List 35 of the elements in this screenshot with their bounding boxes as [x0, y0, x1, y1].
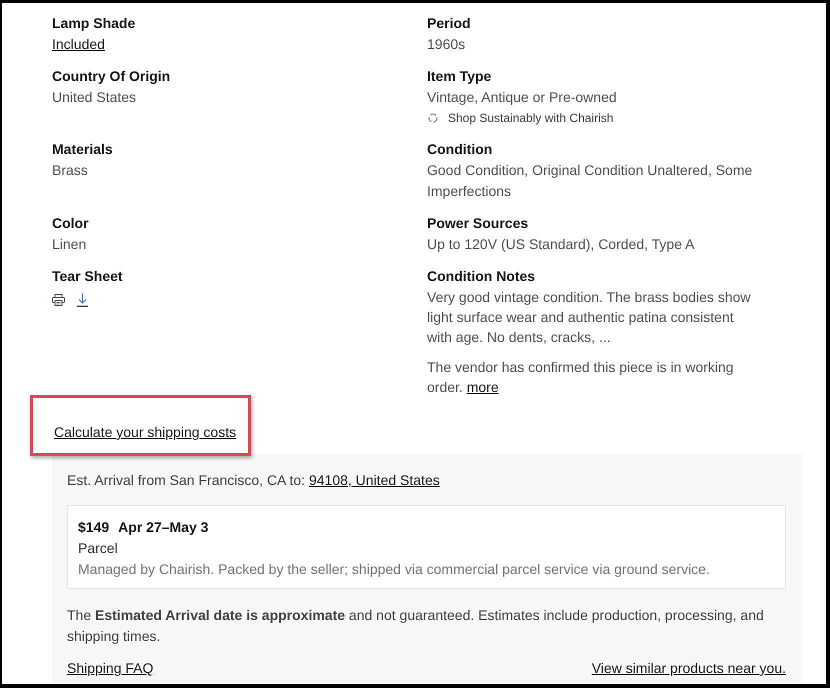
spec-value-link[interactable]: Included — [52, 36, 105, 52]
disclaimer-text: The Estimated Arrival date is approximate and not guaranteed. Estimates include production, processing, and shipping times. — [67, 606, 765, 646]
spec-label: Condition — [427, 140, 494, 159]
arrival-text: Est. Arrival from San Francisco, CA to: 94108, United States — [67, 471, 441, 490]
download-icon[interactable] — [77, 292, 88, 306]
spec-value: United States — [52, 88, 138, 107]
spec-label: Country Of Origin — [52, 67, 172, 86]
more-link[interactable]: more — [466, 379, 499, 395]
sustainability-note: Shop Sustainably with Chairish — [448, 110, 614, 127]
spec-label: Power Sources — [427, 214, 530, 233]
shipping-faq-link[interactable]: Shipping FAQ — [67, 658, 154, 678]
printer-icon[interactable] — [52, 294, 65, 306]
spec-label: Period — [427, 14, 472, 33]
shipping-method: Parcel — [78, 539, 119, 558]
circular-arrows-icon — [428, 113, 438, 123]
spec-value: Linen — [52, 235, 88, 254]
spec-value: Vintage, Antique or Pre-owned — [427, 88, 618, 107]
spec-label: Condition Notes — [427, 267, 536, 286]
spec-label: Lamp Shade — [52, 14, 136, 33]
spec-label: Color — [52, 214, 90, 233]
arrival-dates: Apr 27–May 3 — [118, 518, 208, 537]
spec-label: Materials — [52, 140, 114, 159]
spec-value: Brass — [52, 161, 89, 180]
spec-label: Tear Sheet — [52, 267, 124, 286]
spec-label: Item Type — [427, 67, 492, 86]
condition-note-text: Very good vintage condition. The brass bodies show light surface wear and authentic patina consistent with age. No dents, cracks, ... — [427, 288, 752, 347]
spec-value: 1960s — [427, 35, 466, 54]
destination-link[interactable]: 94108, United States — [308, 472, 440, 488]
condition-note-text: The vendor has confirmed this piece is in working order. more — [427, 358, 735, 397]
shipping-price: $149 — [78, 518, 110, 537]
calculate-shipping-link[interactable]: Calculate your shipping costs — [54, 424, 236, 440]
spec-value: Good Condition, Original Condition Unaltered, Some Imperfections — [427, 161, 754, 201]
shipping-description: Managed by Chairish. Packed by the seller; shipped via commercial parcel service via ground service. — [78, 560, 711, 579]
similar-products-link[interactable]: View similar products near you. — [592, 658, 786, 678]
spec-value: Up to 120V (US Standard), Corded, Type A — [427, 235, 696, 254]
